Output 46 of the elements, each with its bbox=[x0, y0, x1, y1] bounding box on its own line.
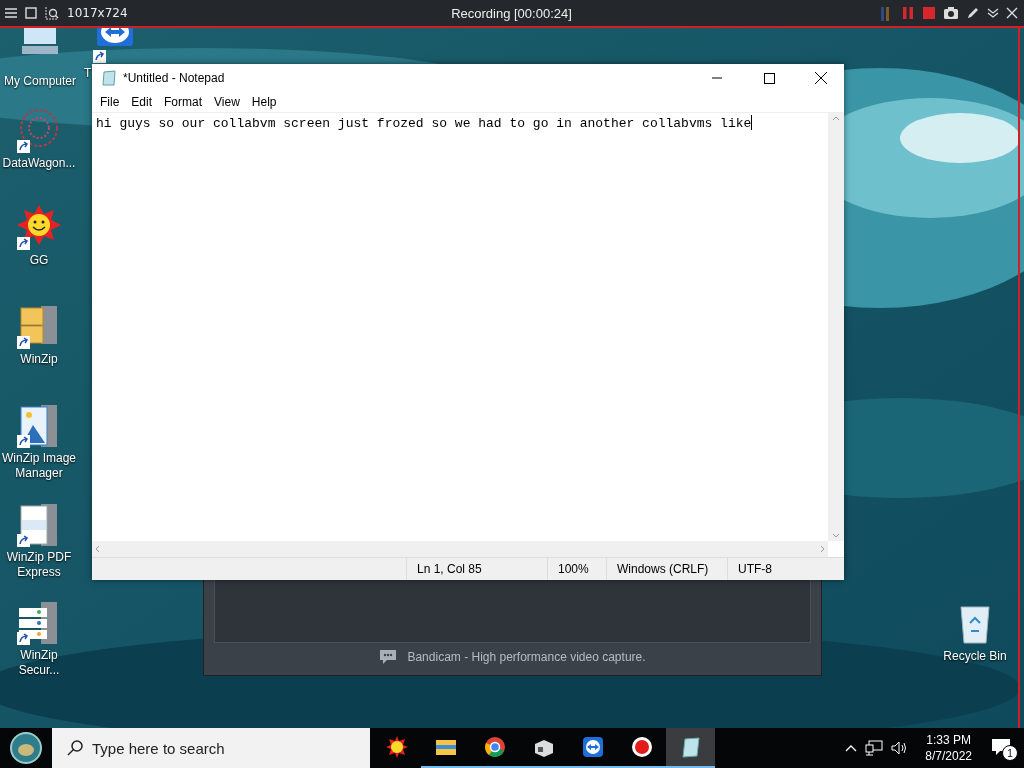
recording-timer: Recording [00:00:24] bbox=[450, 5, 573, 21]
globe-icon[interactable] bbox=[9, 731, 43, 765]
menu-item[interactable]: View bbox=[208, 95, 246, 109]
capture-size: 1017x724 bbox=[67, 6, 128, 20]
collapse-icon[interactable] bbox=[987, 7, 999, 19]
search-field[interactable]: Type here to search bbox=[52, 728, 370, 768]
notepad-icon bbox=[101, 70, 117, 86]
desktop-icon-label[interactable]: GG bbox=[29, 253, 49, 268]
text-area[interactable]: hi guys so our collabvm screen just frozed so we had to go in another collabvms like bbox=[92, 113, 828, 541]
desktop-icon-label[interactable]: WinZip Image Manager bbox=[1, 451, 77, 481]
camera-icon[interactable] bbox=[943, 6, 959, 20]
desktop-icon-label[interactable]: WinZip Secur... bbox=[1, 648, 77, 678]
desktop-icon-label[interactable]: DataWagon... bbox=[2, 156, 76, 171]
taskbar-app-button[interactable] bbox=[666, 728, 715, 768]
clock[interactable]: 1:33 PM 8/7/2022 bbox=[925, 732, 972, 764]
desktop-icon-label[interactable]: T bbox=[84, 66, 92, 81]
record-icon[interactable] bbox=[629, 735, 654, 759]
menu-item[interactable]: File bbox=[94, 95, 126, 109]
stop-icon[interactable] bbox=[922, 6, 936, 20]
desktop-icon-label[interactable]: Recycle Bin bbox=[943, 649, 1007, 664]
bandicam-tagline: Bandicam - High performance video capture. bbox=[407, 650, 646, 664]
window-title: *Untitled - Notepad bbox=[123, 71, 226, 85]
remote-icon[interactable] bbox=[580, 735, 605, 759]
menu-item[interactable]: Format bbox=[158, 95, 209, 109]
menu-icon[interactable] bbox=[5, 7, 17, 19]
status-field: Windows (CRLF) bbox=[606, 558, 727, 580]
close-icon[interactable] bbox=[815, 72, 827, 84]
menu-item[interactable]: Help bbox=[245, 95, 283, 109]
status-field: Ln 1, Col 85 bbox=[406, 558, 547, 580]
pause-icon[interactable] bbox=[901, 6, 915, 20]
menu-item[interactable]: Edit bbox=[125, 95, 159, 109]
status-field: 100% bbox=[547, 558, 606, 580]
pencil-icon[interactable] bbox=[966, 6, 980, 20]
fullscreen-icon[interactable] bbox=[25, 7, 37, 19]
chevron-up-icon[interactable] bbox=[845, 743, 858, 753]
desktop-icon-label[interactable]: My Computer bbox=[4, 74, 76, 89]
browser-icon[interactable] bbox=[482, 735, 507, 759]
desktop-icon-label[interactable]: WinZip bbox=[20, 352, 58, 367]
chat-icon bbox=[379, 649, 398, 665]
notification-button[interactable]: 1 bbox=[988, 733, 1018, 763]
maximize-icon[interactable] bbox=[763, 72, 775, 84]
region-select-icon[interactable] bbox=[45, 6, 59, 20]
desktop-icon-label[interactable]: WinZip PDF Express bbox=[1, 550, 77, 580]
sun-icon[interactable] bbox=[384, 735, 409, 759]
search-icon[interactable] bbox=[66, 739, 84, 757]
status-field: UTF-8 bbox=[727, 558, 844, 580]
